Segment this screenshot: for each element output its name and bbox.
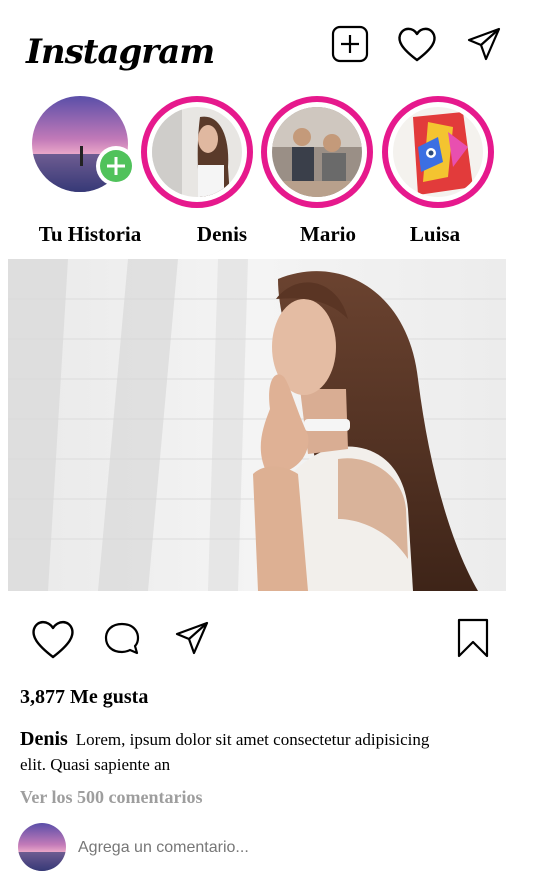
comment-input[interactable] xyxy=(76,834,520,862)
user-avatar xyxy=(18,823,66,871)
like-count[interactable]: 3,877 Me gusta xyxy=(20,686,148,709)
post-caption: Denis Lorem, ipsum dolor sit amet consect… xyxy=(20,727,440,777)
story-label: Denis xyxy=(196,222,248,246)
share-icon[interactable] xyxy=(174,620,210,656)
like-icon[interactable] xyxy=(30,617,76,661)
bookmark-icon[interactable] xyxy=(455,617,491,659)
new-post-icon[interactable] xyxy=(330,24,370,64)
caption-text: Lorem, ipsum dolor sit amet consectetur … xyxy=(20,730,430,774)
comment-icon[interactable] xyxy=(103,620,141,658)
view-comments-link[interactable]: Ver los 500 comentarios xyxy=(20,787,202,808)
heart-icon[interactable] xyxy=(395,24,439,64)
story-label: Luisa xyxy=(409,222,461,246)
instagram-logo[interactable]: Instagram xyxy=(26,20,215,84)
story-avatar xyxy=(272,107,362,197)
story-avatar xyxy=(152,107,242,197)
story-label: Tu Historia xyxy=(38,222,142,246)
story-avatar xyxy=(393,107,483,197)
post-image[interactable] xyxy=(8,259,506,591)
story-denis[interactable] xyxy=(141,96,253,208)
add-story-button[interactable] xyxy=(96,146,136,186)
story-mario[interactable] xyxy=(261,96,373,208)
caption-username[interactable]: Denis xyxy=(20,728,68,750)
send-icon[interactable] xyxy=(466,26,502,62)
story-luisa[interactable] xyxy=(382,96,494,208)
story-label: Mario xyxy=(300,222,356,246)
